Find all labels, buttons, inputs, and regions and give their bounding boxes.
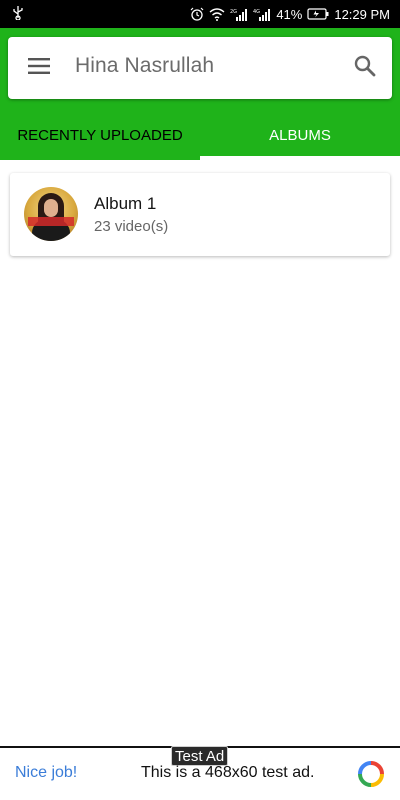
ad-left-text[interactable]: Nice job! bbox=[15, 764, 77, 782]
album-thumbnail bbox=[24, 187, 78, 241]
album-video-count: 23 video(s) bbox=[94, 218, 169, 235]
search-icon bbox=[354, 55, 376, 82]
alarm-icon bbox=[190, 7, 204, 21]
battery-percent: 41% bbox=[276, 6, 303, 22]
tab-albums[interactable]: ALBUMS bbox=[200, 110, 400, 160]
battery-icon bbox=[307, 8, 329, 20]
ad-text[interactable]: This is a 468x60 test ad. bbox=[141, 764, 314, 782]
ad-label: Test Ad bbox=[171, 746, 229, 766]
status-bar: 2G 4G 41% 12:29 PM bbox=[0, 0, 400, 28]
tab-recently-uploaded[interactable]: RECENTLY UPLOADED bbox=[0, 110, 200, 160]
status-left bbox=[12, 5, 24, 23]
wifi-icon bbox=[209, 7, 225, 21]
signal-icon: 2G bbox=[230, 8, 248, 21]
network-2g-label: 2G bbox=[230, 9, 237, 15]
signal-icon: 4G bbox=[253, 8, 271, 21]
album-card[interactable]: Album 1 23 video(s) bbox=[10, 173, 390, 256]
search-bar-title[interactable]: Hina Nasrullah bbox=[75, 54, 214, 78]
ad-choices-icon[interactable] bbox=[358, 761, 384, 787]
menu-button[interactable] bbox=[26, 55, 52, 81]
album-name: Album 1 bbox=[94, 194, 157, 213]
status-time: 12:29 PM bbox=[334, 6, 390, 22]
search-bar[interactable]: Hina Nasrullah bbox=[8, 37, 392, 99]
network-4g-label: 4G bbox=[253, 9, 260, 15]
status-right: 2G 4G 41% 12:29 PM bbox=[190, 7, 390, 22]
usb-icon bbox=[12, 5, 24, 23]
tab-indicator bbox=[200, 156, 400, 160]
menu-icon bbox=[28, 57, 50, 79]
search-button[interactable] bbox=[351, 54, 379, 82]
